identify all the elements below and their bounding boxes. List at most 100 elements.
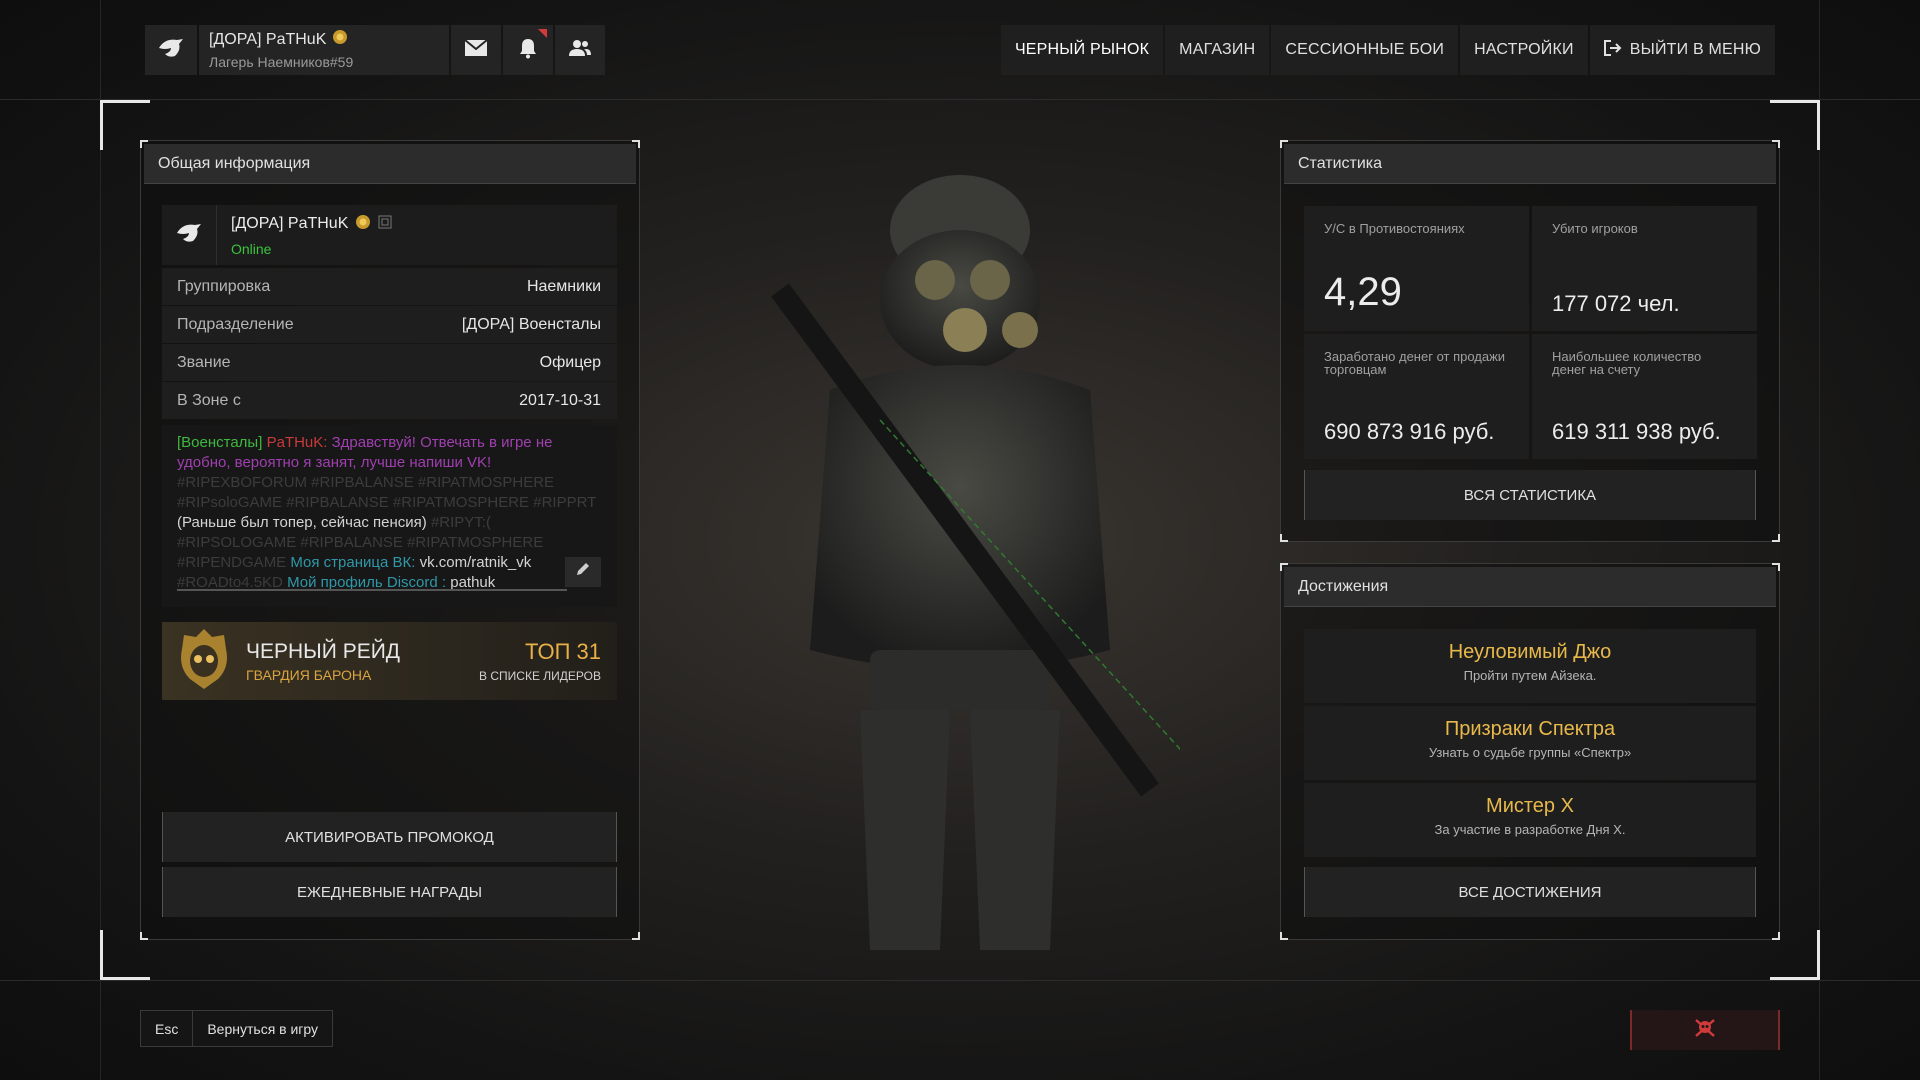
rank-medal-icon <box>355 214 371 235</box>
stat-label: У/С в Противостояниях <box>1324 221 1465 236</box>
info-row-division: Подразделение [ДОРА] Военсталы <box>162 306 617 343</box>
nav-shop[interactable]: МАГАЗИН <box>1165 25 1270 75</box>
general-info-title: Общая информация <box>144 144 636 184</box>
bio-text: [Военсталы] PaTHuK: Здравствуй! Отвечать… <box>162 425 617 607</box>
nav-settings[interactable]: НАСТРОЙКИ <box>1460 25 1588 75</box>
notifications-button[interactable] <box>503 25 553 75</box>
info-key: В Зоне с <box>177 391 241 409</box>
frame-left-line <box>100 0 101 1080</box>
bio-tags: #RIPEXBOFORUM #RIPBALANSE #RIPATMOSPHERE… <box>177 474 597 511</box>
panel-corner <box>1772 140 1780 148</box>
panel-corner <box>1280 932 1288 940</box>
online-status: Online <box>231 240 272 257</box>
stat-label: Убито игроков <box>1552 221 1638 236</box>
bio-note: (Раньше был топер, сейчас пенсия) <box>177 514 427 531</box>
panel-corner <box>632 140 640 148</box>
black-raid-banner[interactable]: ЧЕРНЫЙ РЕЙД ГВАРДИЯ БАРОНА ТОП 31 В СПИС… <box>162 622 617 700</box>
profile-name: [ДОРА] PaTHuK <box>231 215 349 232</box>
raid-rank: ТОП 31 <box>525 639 601 664</box>
stat-earned: Заработано денег от продажи торговцам 69… <box>1304 334 1529 459</box>
profile-avatar <box>162 205 217 265</box>
raid-subtitle: ГВАРДИЯ БАРОНА <box>246 666 372 683</box>
activate-promo-button[interactable]: АКТИВИРОВАТЬ ПРОМОКОД <box>162 812 617 862</box>
friends-icon <box>568 39 592 62</box>
edit-bio-button[interactable] <box>565 557 601 587</box>
profile-card: [ДОРА] PaTHuK Online <box>162 205 617 265</box>
stat-label: Наибольшее количество денег на счету <box>1552 349 1702 377</box>
stat-value: 619 311 938 руб. <box>1552 419 1721 444</box>
panel-corner <box>1772 563 1780 571</box>
achievements-title: Достижения <box>1284 567 1776 607</box>
achievement-item[interactable]: Неуловимый Джо Пройти путем Айзека. <box>1304 629 1756 703</box>
nav-black-market[interactable]: ЧЕРНЫЙ РЫНОК <box>1000 25 1164 75</box>
all-stats-button[interactable]: ВСЯ СТАТИСТИКА <box>1304 470 1756 520</box>
panel-corner <box>140 140 148 148</box>
stat-value: 177 072 чел. <box>1552 291 1680 316</box>
stat-value: 690 873 916 руб. <box>1324 419 1495 444</box>
esc-key-hint: Esc <box>141 1011 194 1046</box>
achievement-desc: За участие в разработке Дня X. <box>1434 822 1626 837</box>
back-to-game-button[interactable]: Esc Вернуться в игру <box>140 1010 334 1047</box>
user-location: Лагерь Наемников#59 <box>209 54 354 70</box>
stat-value: 4,29 <box>1324 270 1402 314</box>
frame-bottom-line <box>0 980 1920 981</box>
panel-corner <box>1280 140 1288 148</box>
stats-title: Статистика <box>1284 144 1776 184</box>
panel-corner <box>140 932 148 940</box>
eagle-logo-icon <box>175 221 203 250</box>
bio-vk-value: vk.com/ratnik_vk <box>419 554 532 571</box>
rank-medal-icon <box>332 29 348 50</box>
mail-icon <box>464 38 488 62</box>
bell-icon <box>518 37 538 64</box>
panel-corner <box>1280 534 1288 542</box>
info-key: Звание <box>177 353 231 371</box>
raid-title: ЧЕРНЫЙ РЕЙД <box>246 639 401 663</box>
bio-clan: [Военсталы] <box>177 434 263 451</box>
back-to-game-label: Вернуться в игру <box>207 1020 319 1037</box>
friends-button[interactable] <box>555 25 605 75</box>
info-value: [ДОРА] Военсталы <box>461 315 601 333</box>
achievement-title: Призраки Спектра <box>1444 718 1616 740</box>
exit-to-menu-button[interactable]: ВЫЙТИ В МЕНЮ <box>1589 25 1775 75</box>
panel-corner <box>632 932 640 940</box>
frame-right-line <box>1819 0 1820 1080</box>
info-row-faction: Группировка Наемники <box>162 268 617 305</box>
frame-top-line <box>0 99 1920 100</box>
bio-vk-label: Моя страница ВК: <box>290 554 416 571</box>
achievement-desc: Пройти путем Айзека. <box>1463 668 1597 683</box>
exit-icon <box>1603 39 1622 61</box>
info-row-rank: Звание Офицер <box>162 344 617 381</box>
stat-kills: Убито игроков 177 072 чел. <box>1532 206 1757 331</box>
clan-avatar[interactable] <box>145 25 197 75</box>
username: [ДОРА] PaTHuK <box>209 30 327 48</box>
info-value: Наемники <box>526 277 601 295</box>
achievement-title: Неуловимый Джо <box>1448 641 1612 663</box>
daily-rewards-button[interactable]: ЕЖЕДНЕВНЫЕ НАГРАДЫ <box>162 867 617 917</box>
panel-corner <box>1772 534 1780 542</box>
nav-session-battles[interactable]: СЕССИОННЫЕ БОИ <box>1271 25 1459 75</box>
character-model <box>771 175 1180 950</box>
eagle-logo-icon <box>157 36 185 65</box>
skull-button[interactable] <box>1630 1010 1780 1050</box>
pencil-icon <box>575 561 591 583</box>
copy-name-icon[interactable] <box>378 215 392 234</box>
stat-max-money: Наибольшее количество денег на счету 619… <box>1532 334 1757 459</box>
all-achievements-button[interactable]: ВСЕ ДОСТИЖЕНИЯ <box>1304 867 1756 917</box>
achievement-item[interactable]: Мистер X За участие в разработке Дня X. <box>1304 783 1756 857</box>
skull-emblem-icon <box>174 627 234 696</box>
stat-label: Заработано денег от продажи торговцам <box>1324 349 1506 377</box>
mail-button[interactable] <box>451 25 501 75</box>
user-info[interactable]: [ДОРА] PaTHuK Лагерь Наемников#59 <box>199 25 449 75</box>
achievement-item[interactable]: Призраки Спектра Узнать о судьбе группы … <box>1304 706 1756 780</box>
info-key: Подразделение <box>177 315 294 333</box>
raid-rank-sub: В СПИСКЕ ЛИДЕРОВ <box>479 669 601 683</box>
bio-scrollbar[interactable] <box>177 589 567 591</box>
notification-badge <box>538 29 547 38</box>
info-row-zone-since: В Зоне с 2017-10-31 <box>162 382 617 419</box>
panel-corner <box>1280 563 1288 571</box>
info-key: Группировка <box>177 277 271 295</box>
stat-kd: У/С в Противостояниях 4,29 <box>1304 206 1529 331</box>
user-header: [ДОРА] PaTHuK Лагерь Наемников#59 <box>145 25 615 75</box>
achievement-title: Мистер X <box>1486 795 1574 817</box>
info-value: Офицер <box>539 353 601 371</box>
